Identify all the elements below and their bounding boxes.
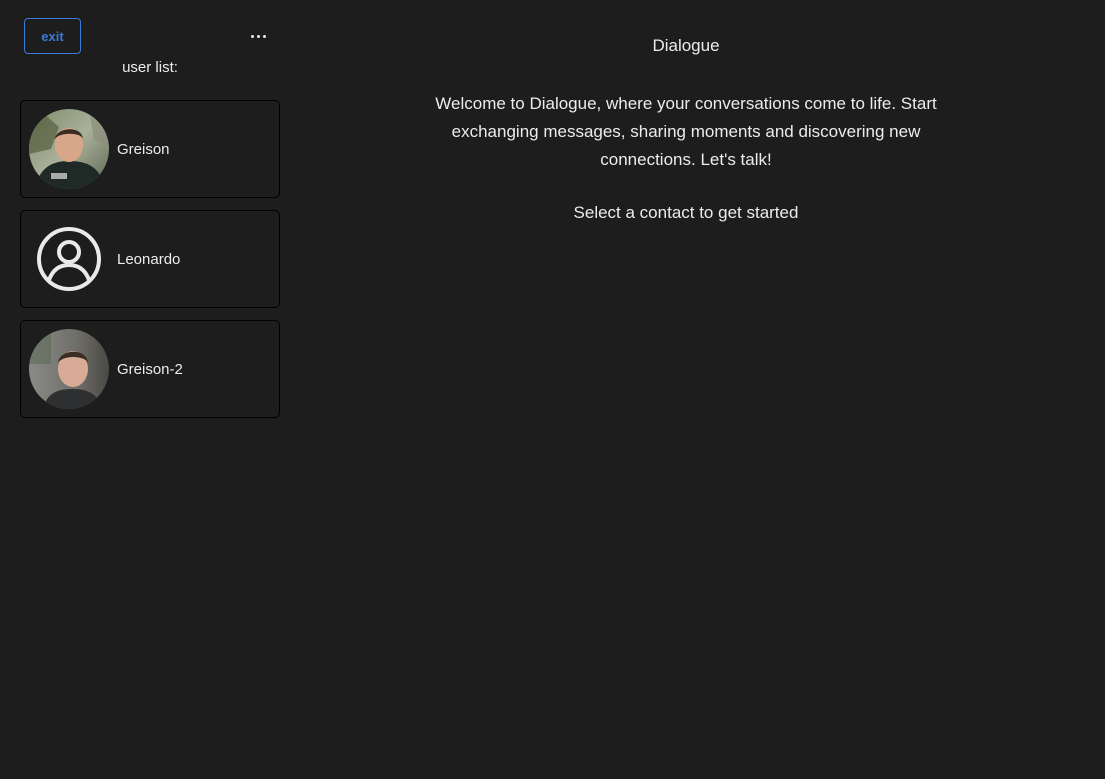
default-user-icon	[29, 219, 109, 299]
user-name: Greison-2	[117, 360, 183, 378]
user-name: Greison	[117, 140, 170, 158]
more-options-button[interactable]	[242, 26, 274, 46]
avatar-photo-greison	[29, 109, 109, 189]
user-name: Leonardo	[117, 250, 181, 268]
more-horizontal-icon	[250, 34, 254, 38]
user-card-greison[interactable]: Greison	[20, 100, 280, 198]
user-list-label: user list:	[122, 59, 178, 76]
user-card-leonardo[interactable]: Leonardo	[20, 210, 280, 308]
avatar-photo-greison-2	[29, 329, 109, 409]
app-window: exit user list: Greison Leonardo Greison…	[0, 0, 1105, 779]
more-dot	[256, 34, 260, 38]
page-title: Dialogue	[652, 36, 720, 55]
select-contact-hint: Select a contact to get started	[573, 203, 799, 222]
user-list: Greison Leonardo Greison-2	[20, 100, 280, 430]
user-card-greison-2[interactable]: Greison-2	[20, 320, 280, 418]
user-circle-icon	[37, 227, 101, 291]
avatar-photo	[29, 329, 109, 409]
main-panel: Dialogue Welcome to Dialogue, where your…	[300, 0, 1105, 779]
avatar-photo	[29, 109, 109, 189]
exit-button[interactable]: exit	[24, 18, 81, 54]
more-dot	[262, 34, 266, 38]
welcome-message: Welcome to Dialogue, where your conversa…	[435, 94, 937, 169]
